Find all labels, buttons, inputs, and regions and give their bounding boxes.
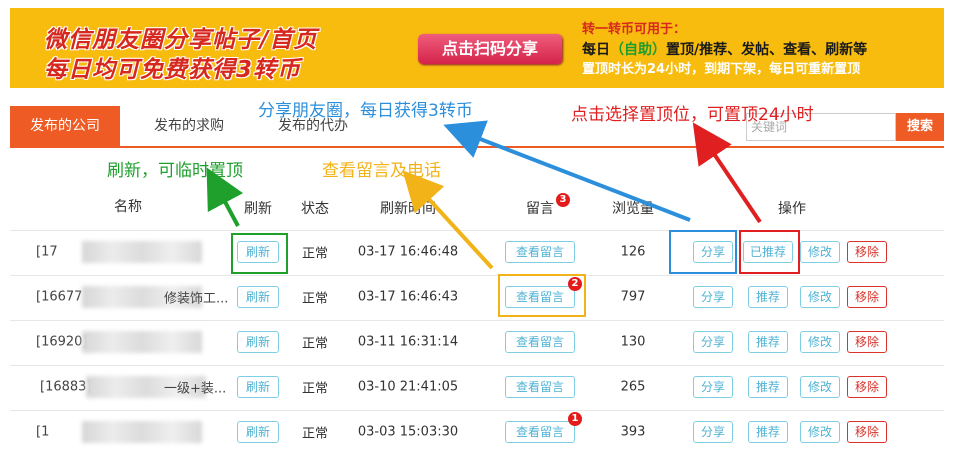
share-arrow (443, 120, 691, 222)
recommend-arrow (692, 122, 762, 224)
message-arrow (402, 170, 494, 270)
page: 微信朋友圈分享帖子/首页 每日均可免费获得3转币 点击扫码分享 转一转币可用于：… (0, 0, 954, 466)
refresh-arrow (206, 167, 244, 227)
annotation-arrows (206, 120, 762, 270)
